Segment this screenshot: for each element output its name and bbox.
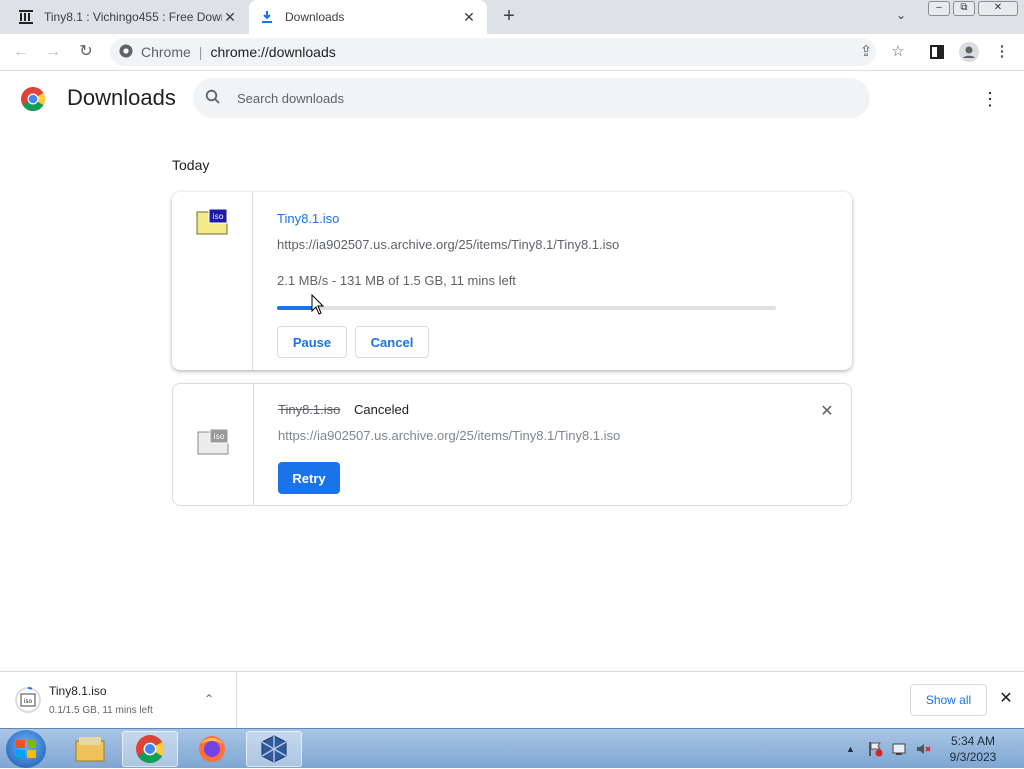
tab-search-chevron-icon[interactable]: ⌄ — [896, 8, 906, 22]
download-progress-fill — [277, 306, 312, 310]
bookmark-star-icon[interactable]: ☆ — [887, 41, 909, 63]
iso-file-icon-disabled: iso — [197, 428, 229, 456]
download-filename-link[interactable]: Tiny8.1.iso — [277, 211, 339, 226]
chrome-site-icon — [119, 44, 133, 61]
search-box[interactable] — [193, 78, 870, 118]
chrome-logo-icon — [21, 87, 46, 112]
cancel-button[interactable]: Cancel — [355, 326, 429, 358]
shelf-status: 0.1/1.5 GB, 11 mins left — [49, 705, 153, 716]
page-title: Downloads — [67, 85, 176, 110]
profile-avatar-icon[interactable] — [958, 41, 980, 63]
back-button[interactable]: ← — [10, 41, 32, 63]
close-tab-icon[interactable]: ✕ — [222, 9, 238, 26]
more-actions-icon[interactable]: ⋮ — [980, 88, 1000, 112]
clock-date: 9/3/2023 — [949, 750, 997, 764]
show-all-button[interactable]: Show all — [910, 684, 987, 716]
taskbar-firefox[interactable] — [184, 731, 240, 767]
taskbar-chrome[interactable] — [122, 731, 178, 767]
network-icon[interactable] — [891, 741, 907, 757]
svg-text:iso: iso — [24, 698, 33, 705]
taskbar-virtualbox[interactable] — [246, 731, 302, 767]
file-icon-column: iso — [172, 192, 253, 370]
iso-icon-label: iso — [213, 432, 224, 441]
minimize-button[interactable]: – — [928, 1, 950, 16]
pause-button[interactable]: Pause — [277, 326, 347, 358]
file-icon-column: iso — [173, 384, 254, 505]
tab-downloads[interactable]: Downloads ✕ — [249, 0, 487, 34]
windows-logo-icon — [16, 740, 36, 758]
action-center-flag-icon[interactable] — [867, 741, 883, 757]
close-tab-icon[interactable]: ✕ — [461, 9, 477, 26]
forward-button[interactable]: → — [42, 41, 64, 63]
download-item-active: iso Tiny8.1.iso https://ia902507.us.arch… — [172, 192, 852, 370]
download-shelf: iso Tiny8.1.iso 0.1/1.5 GB, 11 mins left… — [0, 671, 1024, 728]
download-state-label: Canceled — [354, 402, 409, 417]
chevron-up-icon[interactable]: ⌃ — [204, 692, 214, 706]
download-icon — [259, 9, 275, 25]
restore-button[interactable]: ⧉ — [953, 1, 975, 16]
shelf-progress-ring-icon: iso — [14, 686, 42, 714]
archive-icon — [18, 9, 34, 25]
retry-button[interactable]: Retry — [278, 462, 340, 494]
system-tray: ▲ — [840, 729, 931, 769]
show-hidden-icons-icon[interactable]: ▲ — [846, 744, 855, 754]
tab-label: Downloads — [285, 10, 345, 24]
download-item-canceled: iso Tiny8.1.iso Canceled ✕ https://ia902… — [172, 383, 852, 506]
volume-muted-icon[interactable] — [915, 741, 931, 757]
omnibox-separator: | — [198, 44, 203, 60]
date-header: Today — [172, 157, 210, 173]
omnibox[interactable]: Chrome | chrome://downloads — [110, 38, 876, 66]
tab-label: Tiny8.1 : Vichingo455 : Free Down — [44, 10, 222, 24]
taskbar-explorer[interactable] — [62, 731, 118, 767]
folder-icon — [75, 737, 105, 762]
close-window-button[interactable]: ✕ — [978, 1, 1018, 16]
share-icon[interactable]: ⇪ — [855, 41, 877, 63]
remove-from-list-icon[interactable]: ✕ — [819, 401, 835, 421]
windows-taskbar: ▲ 5:34 AM 9/3/2023 — [0, 728, 1024, 768]
omnibox-site-label: Chrome — [141, 44, 191, 60]
download-progress-status: 2.1 MB/s - 131 MB of 1.5 GB, 11 mins lef… — [277, 273, 516, 288]
downloads-header: Downloads ⋮ — [0, 72, 1024, 128]
iso-file-icon: iso — [196, 208, 228, 236]
download-source-url[interactable]: https://ia902507.us.archive.org/25/items… — [277, 237, 619, 252]
tab-archive[interactable]: Tiny8.1 : Vichingo455 : Free Down ✕ — [8, 0, 248, 34]
download-filename: Tiny8.1.iso — [278, 402, 341, 417]
download-source-url[interactable]: https://ia902507.us.archive.org/25/items… — [278, 428, 620, 443]
search-input[interactable] — [237, 90, 837, 106]
search-icon — [205, 89, 221, 108]
close-shelf-icon[interactable]: ✕ — [996, 688, 1016, 708]
chrome-icon — [136, 735, 164, 763]
new-tab-button[interactable]: + — [498, 6, 520, 28]
virtualbox-icon — [261, 735, 287, 763]
shelf-filename: Tiny8.1.iso — [49, 684, 107, 698]
omnibox-url[interactable]: chrome://downloads — [210, 44, 335, 60]
clock-time: 5:34 AM — [950, 734, 996, 748]
browser-toolbar: ← → ↻ Chrome | chrome://downloads ⇪ ☆ ⋮ — [0, 34, 1024, 71]
iso-icon-label: iso — [212, 212, 223, 221]
tab-strip: Tiny8.1 : Vichingo455 : Free Down ✕ Down… — [0, 0, 1024, 34]
chrome-menu-icon[interactable]: ⋮ — [991, 41, 1013, 63]
shelf-download-item[interactable]: iso Tiny8.1.iso 0.1/1.5 GB, 11 mins left… — [0, 672, 237, 728]
firefox-icon — [199, 736, 225, 762]
side-panel-icon[interactable] — [926, 41, 948, 63]
mouse-cursor-icon — [311, 293, 325, 316]
start-button[interactable] — [6, 730, 46, 768]
taskbar-clock[interactable]: 5:34 AM 9/3/2023 — [940, 733, 1006, 765]
reload-button[interactable]: ↻ — [75, 41, 97, 63]
download-progress-bar — [277, 306, 776, 310]
